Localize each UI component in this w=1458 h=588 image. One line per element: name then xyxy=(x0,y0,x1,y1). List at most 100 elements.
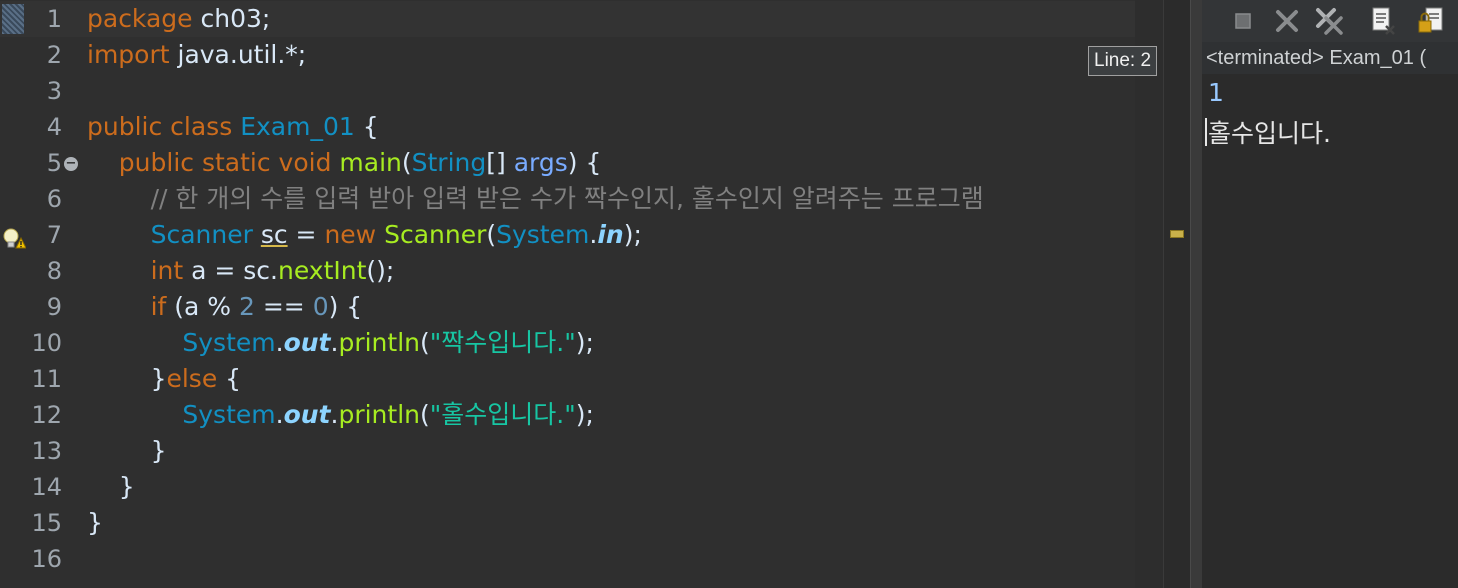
warning-lightbulb-icon[interactable] xyxy=(2,224,27,249)
code-token-method: Scanner xyxy=(384,220,487,249)
code-text[interactable]: public class Exam_01 { xyxy=(87,109,379,145)
code-text[interactable]: if (a % 2 == 0) { xyxy=(87,289,363,325)
code-token-type: String xyxy=(411,148,487,177)
code-token-static: out xyxy=(283,400,331,429)
line-number: 9 xyxy=(46,293,62,321)
code-token-plain: [] xyxy=(486,148,514,177)
code-token-plain: ( xyxy=(419,328,430,357)
console-toolbar xyxy=(1202,0,1458,42)
code-token-type: Scanner xyxy=(150,220,253,249)
code-token-plain: { xyxy=(354,112,379,141)
collapse-fold-icon[interactable]: − xyxy=(64,157,78,171)
code-text[interactable]: System.out.println("홀수입니다."); xyxy=(87,397,594,433)
line-number: 12 xyxy=(31,401,62,429)
code-token-num: 0 xyxy=(312,292,329,321)
code-token-static: out xyxy=(283,328,331,357)
code-editor[interactable]: 1 package ch03; 2 import java.util.*; 3 4 publ… xyxy=(0,0,1190,588)
code-token-kw: public static void xyxy=(118,148,340,177)
warning-overview-marker[interactable] xyxy=(1170,230,1184,238)
console-status-header: <terminated> Exam_01 ( xyxy=(1202,42,1458,74)
code-text[interactable]: } xyxy=(87,433,167,469)
code-token-str: "홀수입니다." xyxy=(429,400,576,429)
console-input-line: 1 xyxy=(1208,78,1224,107)
code-token-plain: (a % xyxy=(166,292,239,321)
code-token-plain: ) { xyxy=(328,292,363,321)
line-tooltip: Line: 2 xyxy=(1088,46,1158,76)
console-view[interactable]: <terminated> Exam_01 ( 1 홀수입니다. xyxy=(1202,0,1458,588)
code-token-kw: package xyxy=(87,4,193,33)
code-token-plain: } xyxy=(87,508,103,537)
code-text[interactable]: public static void main(String[] args) { xyxy=(87,145,602,181)
code-text[interactable]: package ch03; xyxy=(87,1,270,37)
code-token-plain: ); xyxy=(575,400,594,429)
remove-all-terminated-icon[interactable] xyxy=(1314,6,1344,36)
code-token-plain: } xyxy=(87,436,167,465)
code-text[interactable]: int a = sc.nextInt(); xyxy=(87,253,395,289)
scroll-lock-icon[interactable] xyxy=(1416,6,1446,36)
code-token-kw: new xyxy=(324,220,385,249)
code-text[interactable]: }else { xyxy=(87,361,242,397)
line-number: 3 xyxy=(46,77,62,105)
code-token-str: "짝수입니다." xyxy=(429,328,576,357)
code-text[interactable]: Scanner sc = new Scanner(System.in); xyxy=(87,217,642,253)
code-token-plain: a = sc. xyxy=(183,256,278,285)
code-token-plain: java.util.*; xyxy=(169,40,307,69)
overview-ruler[interactable] xyxy=(1163,0,1190,588)
code-token-method: main xyxy=(339,148,402,177)
code-token-static: in xyxy=(597,220,624,249)
text-caret xyxy=(1205,118,1207,146)
code-token-param: args xyxy=(513,148,568,177)
line-number: 6 xyxy=(46,185,62,213)
code-token-method: println xyxy=(338,400,420,429)
line-number: 14 xyxy=(31,473,62,501)
code-token-plain: ( xyxy=(486,220,497,249)
code-token-plain: . xyxy=(275,400,284,429)
code-token-plain: ) { xyxy=(567,148,602,177)
clear-console-icon[interactable] xyxy=(1368,6,1398,36)
code-token-type: System xyxy=(182,400,276,429)
line-number: 10 xyxy=(31,329,62,357)
code-token-kw: public class xyxy=(87,112,241,141)
code-text[interactable]: System.out.println("짝수입니다."); xyxy=(87,325,594,361)
code-token-comment: // 한 개의 수를 입력 받아 입력 받은 수가 짝수인지, 홀수인지 알려주… xyxy=(150,184,984,213)
line-number: 8 xyxy=(46,257,62,285)
code-text[interactable]: } xyxy=(87,469,135,505)
terminate-icon[interactable] xyxy=(1228,6,1258,36)
code-token-plain: } xyxy=(87,472,135,501)
code-token-kw: if xyxy=(150,292,167,321)
code-token-plain: ch03; xyxy=(192,4,271,33)
line-number: 16 xyxy=(31,545,62,573)
code-text[interactable]: } xyxy=(87,505,103,541)
line-number: 15 xyxy=(31,509,62,537)
line-number: 11 xyxy=(31,365,62,393)
code-token-kw: int xyxy=(150,256,184,285)
editor-right-margin xyxy=(1135,0,1163,588)
code-token-method: println xyxy=(338,328,420,357)
code-token-num: 2 xyxy=(239,292,255,321)
code-token-plain: ( xyxy=(401,148,412,177)
code-token-plain: { xyxy=(217,364,242,393)
code-token-plain: ); xyxy=(575,328,594,357)
line-number: 5 xyxy=(46,149,62,177)
line-number: 13 xyxy=(31,437,62,465)
remove-launch-icon[interactable] xyxy=(1272,6,1302,36)
line-number: 1 xyxy=(46,5,62,33)
code-token-plain: == xyxy=(254,292,313,321)
code-token-plain: . xyxy=(275,328,284,357)
code-token-plain: = xyxy=(287,220,325,249)
code-token-type: System xyxy=(496,220,590,249)
code-text[interactable]: import java.util.*; xyxy=(87,37,306,73)
line-number: 4 xyxy=(46,113,62,141)
code-token-plain: (); xyxy=(366,256,395,285)
line-number: 2 xyxy=(46,41,62,69)
code-token-type: Exam_01 xyxy=(240,112,355,141)
code-text[interactable]: // 한 개의 수를 입력 받아 입력 받은 수가 짝수인지, 홀수인지 알려주… xyxy=(87,181,984,217)
code-token-kw: import xyxy=(87,40,170,69)
